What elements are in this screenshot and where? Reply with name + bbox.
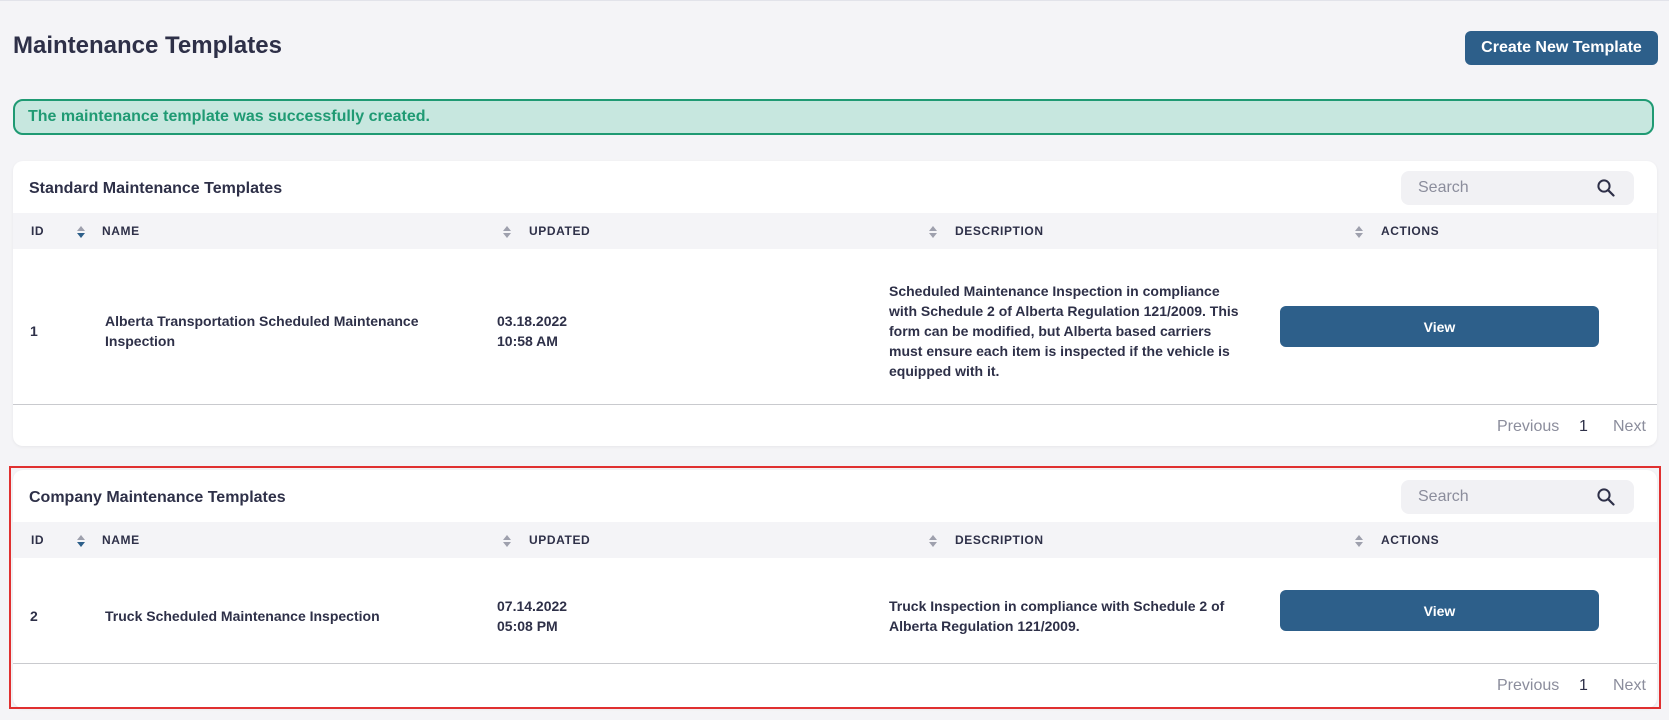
search-input[interactable] (1401, 171, 1581, 205)
pagination-next[interactable]: Next (1613, 418, 1646, 436)
column-header-id[interactable]: ID (31, 213, 44, 249)
sort-icon[interactable] (1354, 534, 1364, 548)
table-header: ID NAME UPDATED DESCRIPTION ACTIONS (13, 522, 1657, 558)
pagination-previous[interactable]: Previous (1497, 418, 1559, 436)
card-title: Company Maintenance Templates (29, 489, 286, 506)
pagination-next[interactable]: Next (1613, 677, 1646, 695)
cell-name: Truck Scheduled Maintenance Inspection (105, 608, 380, 624)
create-new-template-button[interactable]: Create New Template (1465, 31, 1658, 65)
card-title: Standard Maintenance Templates (29, 180, 283, 197)
divider (13, 404, 1657, 405)
search-icon[interactable] (1597, 179, 1615, 197)
top-border (0, 0, 1669, 1)
cell-updated-time: 05:08 PM (497, 618, 558, 634)
sort-icon[interactable] (76, 534, 86, 548)
standard-templates-card: Standard Maintenance Templates ID NAME U… (13, 161, 1657, 446)
column-header-actions: ACTIONS (1381, 533, 1440, 547)
pagination-page-1[interactable]: 1 (1579, 418, 1588, 436)
column-header-description[interactable]: DESCRIPTION (955, 213, 1044, 249)
cell-updated-date: 03.18.2022 (497, 313, 568, 329)
cell-name: Alberta Transportation Scheduled Mainten… (105, 313, 419, 349)
alert-message: The maintenance template was successfull… (28, 108, 430, 125)
column-header-actions: ACTIONS (1381, 224, 1440, 238)
cell-description: Truck Inspection in compliance with Sche… (889, 598, 1225, 634)
page-title: Maintenance Templates (13, 32, 282, 59)
pagination-previous[interactable]: Previous (1497, 677, 1559, 695)
column-header-updated[interactable]: UPDATED (529, 213, 590, 249)
search-box (1401, 480, 1634, 514)
column-header-id[interactable]: ID (31, 522, 44, 558)
sort-icon[interactable] (76, 225, 86, 239)
cell-updated-date: 07.14.2022 (497, 598, 568, 614)
cell-id: 2 (30, 608, 38, 624)
table-header: ID NAME UPDATED DESCRIPTION ACTIONS (13, 213, 1657, 249)
column-header-updated[interactable]: UPDATED (529, 522, 590, 558)
sort-icon[interactable] (1354, 225, 1364, 239)
sort-icon[interactable] (502, 225, 512, 239)
search-icon[interactable] (1597, 488, 1615, 506)
sort-icon[interactable] (928, 534, 938, 548)
column-header-name[interactable]: NAME (102, 522, 140, 558)
success-alert: The maintenance template was successfull… (13, 99, 1654, 135)
column-header-name[interactable]: NAME (102, 213, 140, 249)
pagination-page-1[interactable]: 1 (1579, 677, 1588, 695)
sort-icon[interactable] (502, 534, 512, 548)
cell-description: Scheduled Maintenance Inspection in comp… (889, 283, 1239, 379)
cell-id: 1 (30, 323, 38, 339)
sort-icon[interactable] (928, 225, 938, 239)
search-box (1401, 171, 1634, 205)
search-input[interactable] (1401, 480, 1581, 514)
column-header-description[interactable]: DESCRIPTION (955, 522, 1044, 558)
company-templates-card: Company Maintenance Templates ID NAME UP… (13, 470, 1657, 708)
cell-updated-time: 10:58 AM (497, 333, 558, 349)
divider (13, 663, 1657, 664)
view-button[interactable]: View (1280, 306, 1599, 347)
view-button[interactable]: View (1280, 590, 1599, 631)
